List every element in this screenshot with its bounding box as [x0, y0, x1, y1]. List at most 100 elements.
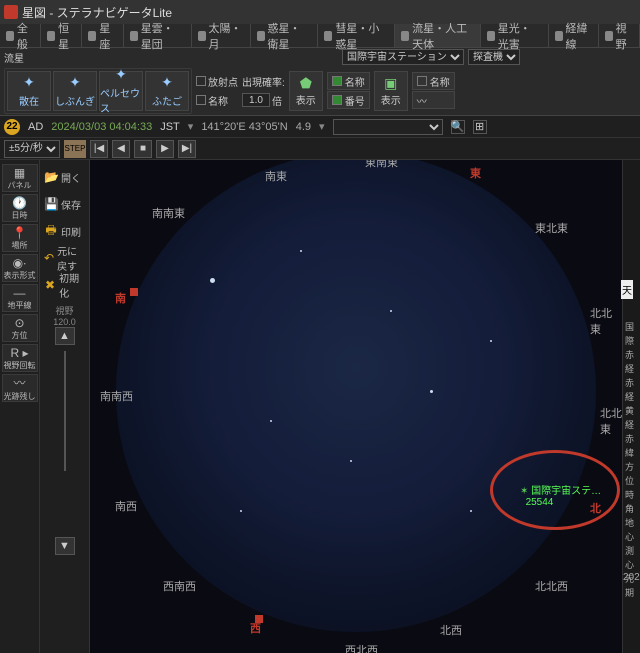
azimuth-button[interactable]: ⊙方位 [2, 314, 38, 342]
dir-ene: 東北東 [535, 220, 568, 236]
meteor-icon: ✦ [115, 66, 127, 83]
play-back-button[interactable]: ◀ [112, 140, 130, 158]
grid-icon [6, 31, 14, 41]
glow-icon [487, 31, 495, 41]
compass-icon: ⊙ [14, 316, 24, 330]
meteor-icon: ✦ [69, 74, 81, 91]
tab-sunmoon[interactable]: 太陽・月 [192, 24, 251, 47]
dir-sse: 南南東 [152, 205, 185, 221]
tab-planet[interactable]: 惑星・衛星 [251, 24, 319, 47]
skip-forward-button[interactable]: ▶| [178, 140, 196, 158]
check-icon [417, 76, 427, 86]
display-mode-button[interactable]: ◉∙表示形式 [2, 254, 38, 282]
undo-button[interactable]: ↶元に戻す [40, 245, 89, 271]
probe-show-button[interactable]: ▣表示 [374, 71, 408, 111]
info-bar: 22 AD 2024/03/03 04:04:33 JST ▾ 141°20'E… [0, 116, 640, 138]
open-button[interactable]: 📂開く [40, 164, 89, 190]
datetime-text: 2024/03/03 04:04:33 [51, 121, 152, 133]
app-icon [4, 5, 18, 19]
reset-button[interactable]: ✖初期化 [40, 272, 89, 298]
zoom-out-button[interactable]: ▼ [55, 537, 75, 555]
horizon-button[interactable]: —地平線 [2, 284, 38, 312]
meteor-options: 放射点 名称 [196, 72, 238, 109]
satellite-select[interactable]: 国際宇宙ステーション [342, 49, 464, 65]
radiant-checkbox[interactable] [196, 76, 206, 86]
satellite-name-toggle[interactable]: 名称 [327, 72, 370, 90]
meteor-name-checkbox[interactable] [196, 95, 206, 105]
tab-view[interactable]: 視野 [599, 24, 640, 47]
rate-input[interactable] [242, 93, 270, 107]
tab-constellation[interactable]: 星座 [82, 24, 123, 47]
play-forward-button[interactable]: ▶ [156, 140, 174, 158]
tab-comet[interactable]: 彗星・小惑星 [318, 24, 395, 47]
reset-icon: ✖ [44, 278, 56, 292]
pin-icon: 📍 [12, 226, 27, 240]
info-tab[interactable]: 天 [621, 280, 633, 299]
probe-route-toggle[interactable]: 〰 [412, 91, 455, 109]
display-icon: ◉∙ [13, 256, 27, 270]
meteor-perseids-button[interactable]: ✦ペルセウス [99, 71, 143, 111]
panel-icon: ▦ [14, 166, 25, 180]
tab-skyglow[interactable]: 星光・光害 [481, 24, 549, 47]
tab-nebula[interactable]: 星雲・星団 [124, 24, 192, 47]
star [430, 390, 433, 393]
zoom-slider[interactable] [64, 351, 66, 471]
coordinates-text: 141°20'E 43°05'N [201, 121, 287, 133]
sky-circle [116, 160, 596, 632]
sky-view[interactable]: 東南東 南東 南南東 東 東北東 北北東 北北東 北 北北西 北西 西北西 西 … [90, 160, 622, 653]
star [270, 420, 272, 422]
view-icon [605, 31, 613, 41]
dir-ese: 東南東 [365, 160, 398, 170]
meteor-quadrantids-button[interactable]: ✦しぶんぎ [53, 71, 97, 111]
satellite-show-button[interactable]: ⬟表示 [289, 71, 323, 111]
datetime-button[interactable]: 🕐日時 [2, 194, 38, 222]
skip-back-button[interactable]: |◀ [90, 140, 108, 158]
star [390, 310, 392, 312]
satellite-number-toggle[interactable]: 番号 [327, 91, 370, 109]
tab-general[interactable]: 全般 [0, 24, 41, 47]
dir-nw: 北西 [440, 622, 462, 638]
meteor-icon: ✦ [161, 74, 173, 91]
settings-button[interactable]: ⊞ [473, 120, 487, 134]
location-select[interactable] [333, 119, 443, 135]
constellation-icon [88, 31, 96, 41]
tab-grid[interactable]: 経緯線 [549, 24, 599, 47]
tab-star[interactable]: 恒星 [41, 24, 82, 47]
time-speed-select[interactable]: ±5分/秒 [4, 140, 60, 158]
star [300, 250, 302, 252]
meteor-sporadic-button[interactable]: ✦散在 [7, 71, 51, 111]
probe-select[interactable]: 探査機 [468, 49, 520, 65]
panel-button[interactable]: ▦パネル [2, 164, 38, 192]
print-icon: 🖶 [44, 221, 58, 242]
toolbar: ✦散在 ✦しぶんぎ ✦ペルセウス ✦ふたご 放射点 名称 出現確率: 倍 ⬟表示… [0, 66, 640, 116]
probe-name-toggle[interactable]: 名称 [412, 72, 455, 90]
save-icon: 💾 [44, 197, 58, 211]
save-button[interactable]: 💾保存 [40, 191, 89, 217]
moon-phase-badge: 22 [4, 119, 20, 135]
rotate-icon: R ▸ [10, 346, 28, 360]
right-info-panel: 天 国際 赤経 赤経 黄経 赤緯 方位 時角 地心 測心 元期 202 [622, 160, 640, 653]
stop-button[interactable]: ■ [134, 140, 152, 158]
dir-e: 東 [470, 165, 481, 181]
check-icon [332, 76, 342, 86]
dir-wnw: 西北西 [345, 642, 378, 653]
dir-wsw: 西南西 [163, 578, 196, 594]
print-button[interactable]: 🖶印刷 [40, 218, 89, 244]
rate-options: 出現確率: 倍 [242, 72, 285, 109]
location-button[interactable]: 📍場所 [2, 224, 38, 252]
meteor-icon [401, 31, 409, 41]
grid-lines-icon [555, 31, 563, 41]
planet-icon [257, 31, 265, 41]
search-button[interactable]: 🔍 [451, 120, 465, 134]
probe-icon: ▣ [384, 75, 397, 92]
window-title: 星図 - ステラナビゲータLite [22, 4, 172, 21]
trail-button[interactable]: 〰光跡残し [2, 374, 38, 402]
tab-meteor-satellite[interactable]: 流星・人工天体 [395, 24, 481, 47]
dir-ssw: 南南西 [100, 388, 133, 404]
zoom-in-button[interactable]: ▲ [55, 327, 75, 345]
folder-icon: 📂 [44, 170, 58, 184]
dir-sw: 南西 [115, 498, 137, 514]
star [490, 340, 492, 342]
meteor-geminids-button[interactable]: ✦ふたご [145, 71, 189, 111]
fov-rotate-button[interactable]: R ▸視野回転 [2, 344, 38, 372]
